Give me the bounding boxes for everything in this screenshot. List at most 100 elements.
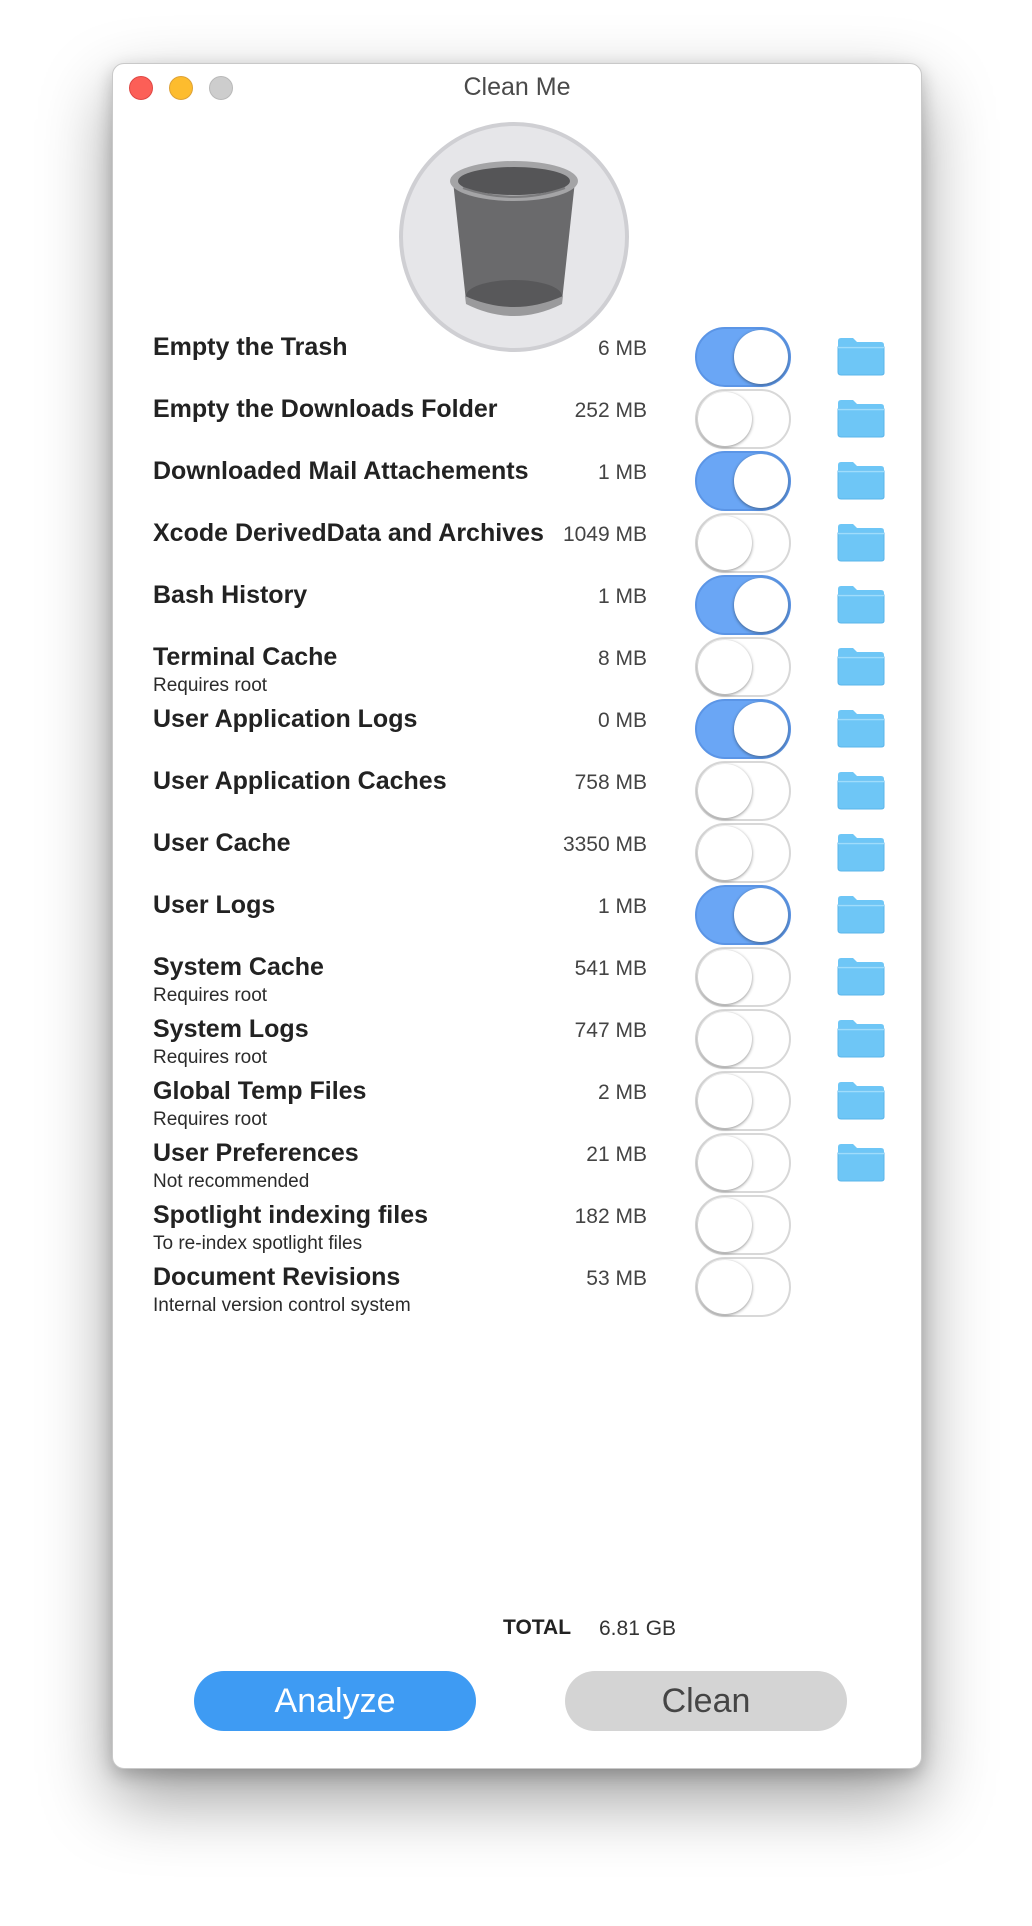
item-subtitle: Internal version control system <box>153 1295 411 1316</box>
analyze-button[interactable]: Analyze <box>194 1671 476 1731</box>
folder-icon[interactable] <box>836 831 886 873</box>
item-size: 1 MB <box>597 895 647 918</box>
folder-icon[interactable] <box>836 769 886 811</box>
item-toggle[interactable] <box>695 451 791 511</box>
list-item: Global Temp Files Requires root 2 MB <box>153 1061 893 1131</box>
folder-icon[interactable] <box>836 397 886 439</box>
toggle-knob <box>698 1136 752 1190</box>
item-title: System Logs <box>153 1015 309 1043</box>
item-title: Terminal Cache <box>153 643 338 671</box>
item-size: 252 MB <box>574 399 647 422</box>
item-size: 1 MB <box>597 461 647 484</box>
item-title: Spotlight indexing files <box>153 1201 428 1229</box>
item-toggle[interactable] <box>695 637 791 697</box>
folder-icon[interactable] <box>836 1141 886 1183</box>
folder-icon[interactable] <box>836 1017 886 1059</box>
toggle-knob <box>698 392 752 446</box>
list-item: System Cache Requires root 541 MB <box>153 937 893 1007</box>
list-item: Bash History 1 MB <box>153 565 893 635</box>
item-size: 1049 MB <box>562 523 647 546</box>
total-value: 6.81 GB <box>599 1617 677 1640</box>
item-size: 53 MB <box>586 1267 647 1290</box>
item-title: Empty the Downloads Folder <box>153 395 498 423</box>
toggle-knob <box>734 578 788 632</box>
toggle-knob <box>734 702 788 756</box>
item-title: System Cache <box>153 953 324 981</box>
item-title: Downloaded Mail Attachements <box>153 457 529 485</box>
list-item: User Application Logs 0 MB <box>153 689 893 759</box>
item-toggle[interactable] <box>695 885 791 945</box>
item-title: User Application Caches <box>153 767 447 795</box>
item-size: 8 MB <box>597 647 647 670</box>
item-title: User Cache <box>153 829 291 857</box>
item-size: 3350 MB <box>562 833 647 856</box>
item-size: 541 MB <box>574 957 647 980</box>
toggle-knob <box>734 454 788 508</box>
list-item: Spotlight indexing files To re-index spot… <box>153 1185 893 1255</box>
item-size: 6 MB <box>597 337 647 360</box>
folder-icon[interactable] <box>836 955 886 997</box>
item-toggle[interactable] <box>695 1257 791 1317</box>
item-size: 2 MB <box>597 1081 647 1104</box>
list-item: System Logs Requires root 747 MB <box>153 999 893 1069</box>
toggle-knob <box>698 640 752 694</box>
total-label: TOTAL <box>503 1616 572 1639</box>
item-size: 21 MB <box>586 1143 647 1166</box>
item-toggle[interactable] <box>695 1071 791 1131</box>
toggle-knob <box>698 1074 752 1128</box>
list-item: Downloaded Mail Attachements 1 MB <box>153 441 893 511</box>
folder-icon[interactable] <box>836 893 886 935</box>
item-toggle[interactable] <box>695 1195 791 1255</box>
item-toggle[interactable] <box>695 947 791 1007</box>
list-item: User Cache 3350 MB <box>153 813 893 883</box>
item-title: User Application Logs <box>153 705 418 733</box>
item-toggle[interactable] <box>695 761 791 821</box>
app-window: Clean Me Empty the Trash 6 MB Empty the Do… <box>112 63 922 1769</box>
folder-icon[interactable] <box>836 583 886 625</box>
item-size: 758 MB <box>574 771 647 794</box>
item-size: 1 MB <box>597 585 647 608</box>
item-title: Xcode DerivedData and Archives <box>153 519 544 547</box>
list-item: Xcode DerivedData and Archives 1049 MB <box>153 503 893 573</box>
item-size: 182 MB <box>574 1205 647 1228</box>
item-toggle[interactable] <box>695 1009 791 1069</box>
item-toggle[interactable] <box>695 389 791 449</box>
list-item: User Preferences Not recommended 21 MB <box>153 1123 893 1193</box>
item-toggle[interactable] <box>695 699 791 759</box>
toggle-knob <box>734 888 788 942</box>
item-toggle[interactable] <box>695 575 791 635</box>
item-title: Bash History <box>153 581 308 609</box>
folder-icon[interactable] <box>836 645 886 687</box>
folder-icon[interactable] <box>836 707 886 749</box>
toggle-knob <box>734 330 788 384</box>
item-title: Global Temp Files <box>153 1077 367 1105</box>
list-item: Document Revisions Internal version contr… <box>153 1247 893 1317</box>
item-title: Empty the Trash <box>153 333 348 361</box>
item-toggle[interactable] <box>695 1133 791 1193</box>
folder-icon[interactable] <box>836 335 886 377</box>
folder-icon[interactable] <box>836 1079 886 1121</box>
list-item: Empty the Trash 6 MB <box>153 317 893 387</box>
folder-icon[interactable] <box>836 521 886 563</box>
item-title: Document Revisions <box>153 1263 401 1291</box>
folder-icon[interactable] <box>836 459 886 501</box>
toggle-knob <box>698 950 752 1004</box>
list-item: Empty the Downloads Folder 252 MB <box>153 379 893 449</box>
title-bar: Clean Me <box>113 64 921 114</box>
toggle-knob <box>698 764 752 818</box>
item-title: User Preferences <box>153 1139 359 1167</box>
toggle-knob <box>698 1260 752 1314</box>
clean-button[interactable]: Clean <box>565 1671 847 1731</box>
item-toggle[interactable] <box>695 327 791 387</box>
window-title: Clean Me <box>463 73 571 101</box>
item-size: 747 MB <box>574 1019 647 1042</box>
item-size: 0 MB <box>597 709 647 732</box>
toggle-knob <box>698 1198 752 1252</box>
item-toggle[interactable] <box>695 823 791 883</box>
item-toggle[interactable] <box>695 513 791 573</box>
toggle-knob <box>698 826 752 880</box>
list-item: Terminal Cache Requires root 8 MB <box>153 627 893 697</box>
toggle-knob <box>698 1012 752 1066</box>
item-title: User Logs <box>153 891 276 919</box>
list-item: User Application Caches 758 MB <box>153 751 893 821</box>
